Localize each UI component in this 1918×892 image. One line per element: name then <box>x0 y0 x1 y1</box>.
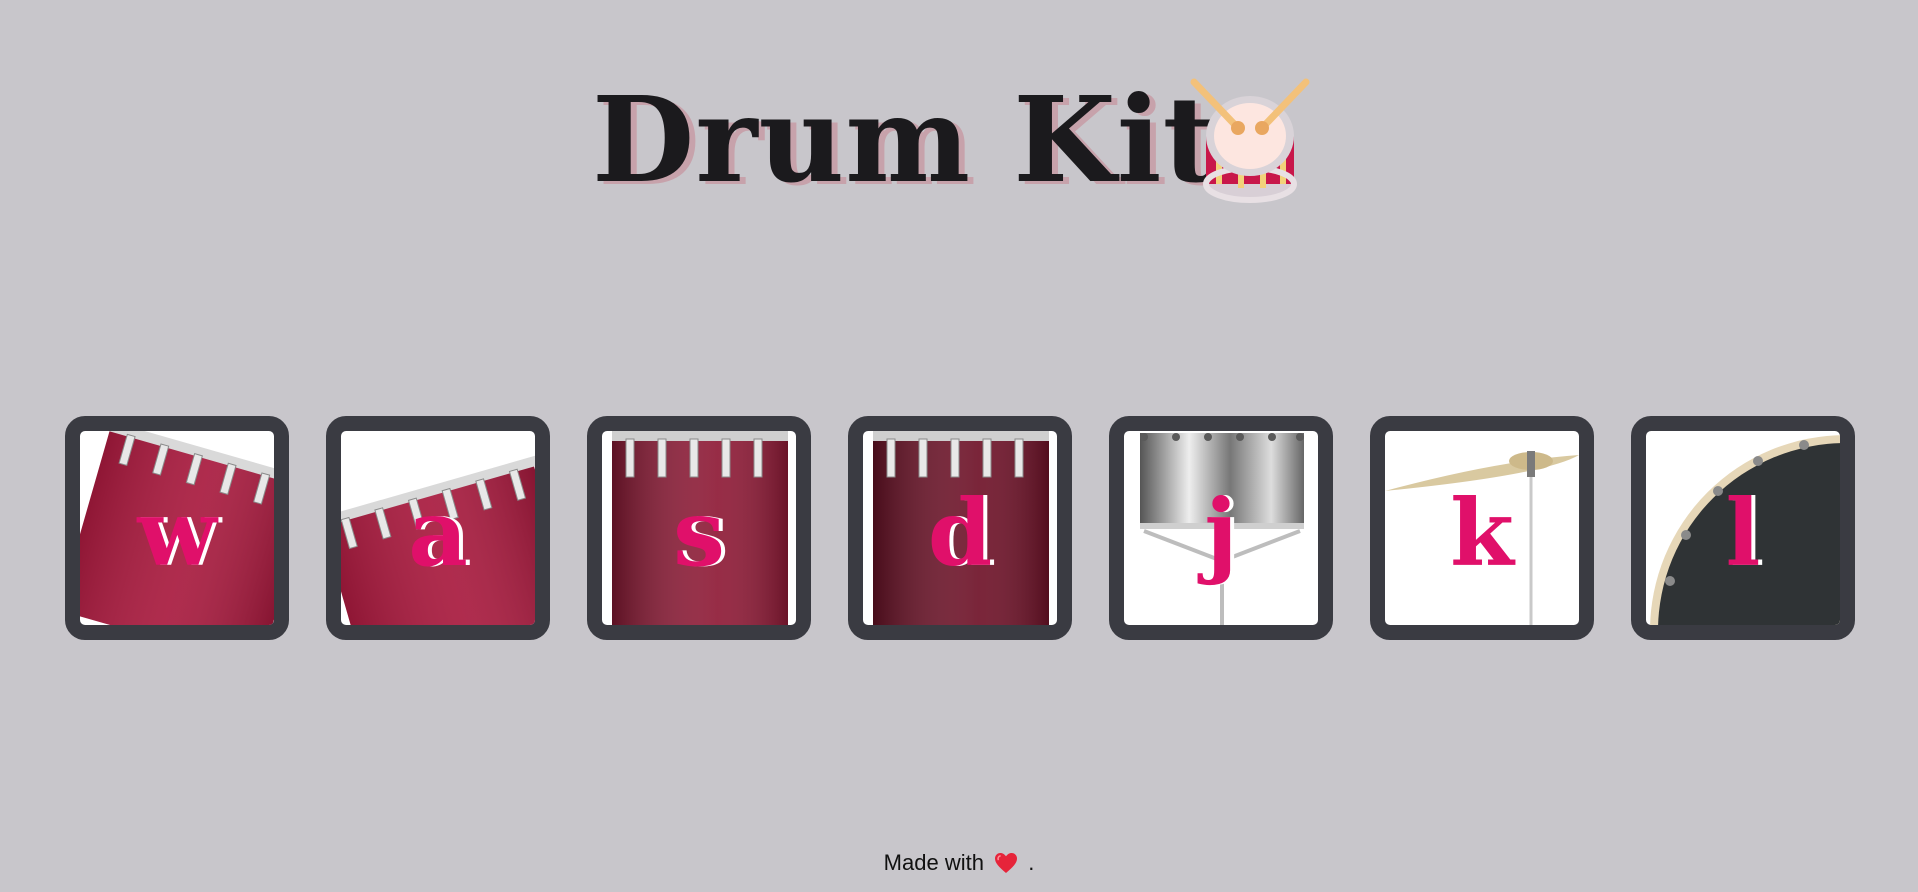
drum-icon <box>1190 78 1310 203</box>
drum-button-d[interactable]: d <box>848 416 1072 640</box>
drum-button-k[interactable]: k <box>1370 416 1594 640</box>
drum-button-w[interactable]: w <box>65 416 289 640</box>
footer-text: Made with <box>883 850 984 875</box>
drum-key-label: s <box>673 479 725 587</box>
page-title: Drum Kit <box>592 70 1219 209</box>
drum-button-l[interactable]: l <box>1631 416 1855 640</box>
drum-key-label: l <box>1725 479 1761 587</box>
page-header: Drum Kit <box>0 62 1918 212</box>
footer: Made with . <box>0 848 1918 878</box>
drum-key-label: d <box>927 479 993 587</box>
drum-button-s[interactable]: s <box>587 416 811 640</box>
drum-button-a[interactable]: a <box>326 416 550 640</box>
drum-set: w a s d j k l <box>65 416 1857 640</box>
drum-key-label: a <box>408 479 468 587</box>
drum-key-label: j <box>1204 479 1238 587</box>
drum-key-label: w <box>137 479 217 587</box>
footer-suffix: . <box>1028 850 1035 875</box>
drum-key-label: k <box>1450 479 1514 587</box>
drum-button-j[interactable]: j <box>1109 416 1333 640</box>
heart-icon <box>995 853 1018 873</box>
